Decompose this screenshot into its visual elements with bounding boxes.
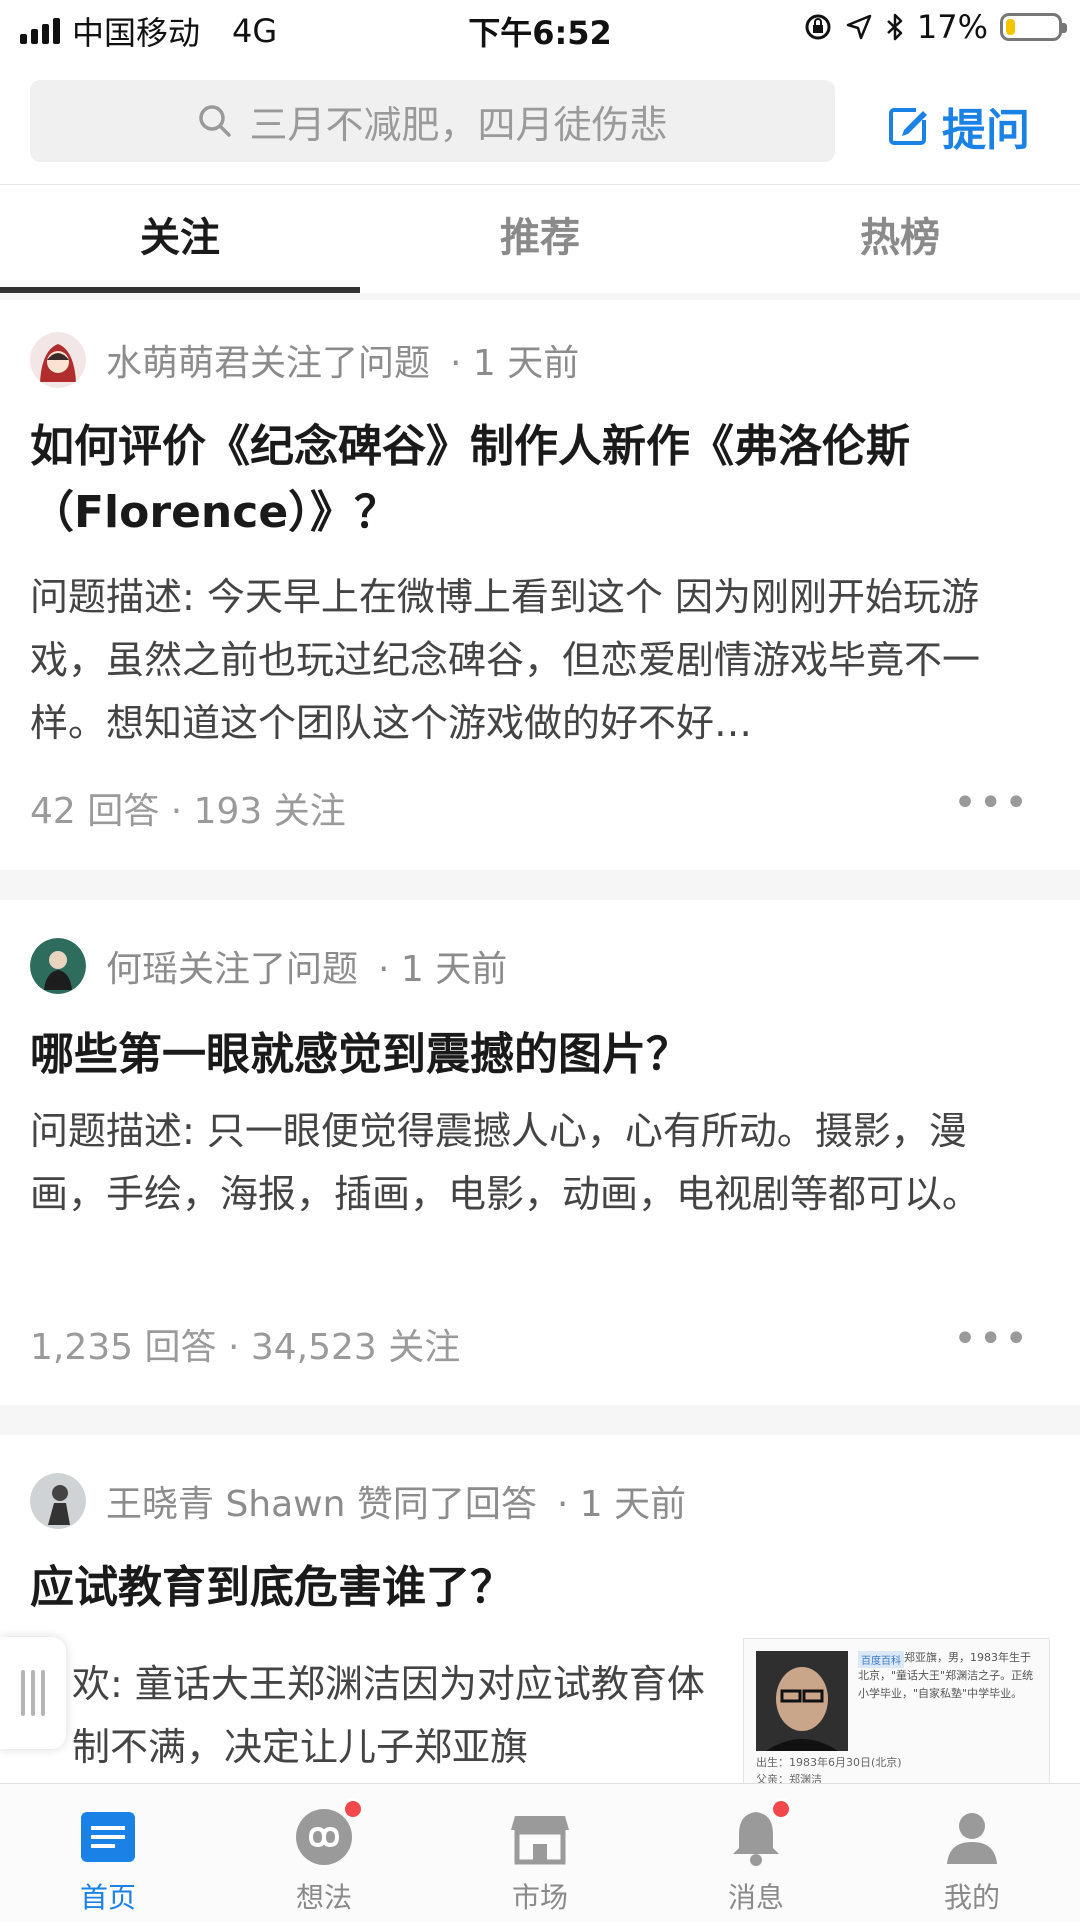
status-bar: 中国移动 4G 下午6:52 17% [0,0,1080,58]
nav-messages[interactable]: 消息 [648,1784,864,1922]
search-placeholder: 三月不减肥，四月徒伤悲 [249,102,668,147]
feed-tabs: 关注 推荐 热榜 [0,184,1080,293]
feed-actor[interactable]: 王晓青 Shawn 赞同了回答 [106,1475,537,1527]
thumbnail-birth-line: 出生：1983年6月30日(北京) [756,1756,902,1769]
feed-card[interactable]: 王晓青 Shawn 赞同了回答 · 1 天前 应试教育到底危害谁了？ 欢: 童话… [0,1435,1080,1790]
nav-home[interactable]: 首页 [0,1784,216,1922]
rotation-lock-icon [805,14,831,40]
thumbnail-text: 郑亚旗，男，1983年生于北京，"童话大王"郑渊洁之子。正统小学毕业，"自家私塾… [858,1651,1034,1700]
bluetooth-icon [887,13,903,41]
feed-time: · 1 天前 [450,343,580,384]
battery-percent: 17% [916,8,988,46]
tab-following[interactable]: 关注 [0,185,360,293]
search-input[interactable]: 三月不减肥，四月徒伤悲 [30,80,835,162]
nav-profile-label: 我的 [943,1881,1000,1914]
feed-time: · 1 天前 [378,949,508,990]
nav-messages-label: 消息 [727,1881,784,1914]
nav-profile[interactable]: 我的 [864,1784,1080,1922]
edit-icon [889,108,927,145]
ask-label: 提问 [942,105,1030,156]
status-right: 17% [803,8,1067,46]
feed-time: · 1 天前 [556,1484,687,1525]
nav-market-label: 市场 [511,1881,568,1914]
question-stats: 1,235 回答 · 34,523 关注 [30,1327,461,1368]
notification-badge [342,1798,364,1820]
question-title[interactable]: 哪些第一眼就感觉到震撼的图片？ [30,1022,1040,1088]
question-title[interactable]: 应试教育到底危害谁了？ [30,1555,1040,1621]
side-drawer-handle[interactable] [0,1637,66,1749]
tab-hot-list[interactable]: 热榜 [720,185,1080,293]
more-options-button[interactable]: ••• [953,780,1030,826]
feed-meta: 水萌萌君关注了问题 · 1 天前 [30,332,579,388]
notification-badge [770,1798,792,1820]
avatar[interactable] [30,332,86,388]
answer-thumbnail[interactable]: 百度百科 郑亚旗，男，1983年生于北京，"童话大王"郑渊洁之子。正统小学毕业，… [743,1638,1050,1790]
question-title[interactable]: 如何评价《纪念碑谷》制作人新作《弗洛伦斯（Florence）》？ [30,414,1040,546]
nav-ideas-label: 想法 [295,1881,352,1914]
bottom-navigation: 首页 想法 市场 消息 我的 [0,1783,1080,1922]
search-header: 三月不减肥，四月徒伤悲 提问 [0,58,1080,184]
question-description[interactable]: 问题描述: 只一眼便觉得震撼人心，心有所动。摄影，漫画，手绘，海报，插画，电影，… [30,1100,1040,1226]
nav-ideas[interactable]: 想法 [216,1784,432,1922]
search-icon [199,105,232,137]
more-options-button[interactable]: ••• [953,1316,1030,1362]
feed-card[interactable]: 何瑶关注了问题 · 1 天前 哪些第一眼就感觉到震撼的图片？ 问题描述: 只一眼… [0,900,1080,1405]
tab-recommended[interactable]: 推荐 [360,185,720,293]
ask-question-button[interactable]: 提问 [886,94,1030,158]
question-description[interactable]: 问题描述: 今天早上在微博上看到这个 因为刚刚开始玩游戏，虽然之前也玩过纪念碑谷… [30,566,1040,755]
avatar[interactable] [30,938,86,994]
feed-meta: 何瑶关注了问题 · 1 天前 [30,938,507,994]
battery-icon [1000,13,1067,41]
avatar[interactable] [30,1473,86,1529]
question-stats: 42 回答 · 193 关注 [30,791,346,832]
feed-actor[interactable]: 水萌萌君关注了问题 [106,334,430,386]
market-icon [511,1816,569,1865]
feed-actor[interactable]: 何瑶关注了问题 [106,940,358,992]
feed-meta: 王晓青 Shawn 赞同了回答 · 1 天前 [30,1473,686,1529]
nav-market[interactable]: 市场 [432,1784,648,1922]
answer-excerpt[interactable]: 欢: 童话大王郑渊洁因为对应试教育体制不满，决定让儿子郑亚旗 [72,1653,720,1779]
nav-home-label: 首页 [79,1881,136,1914]
battery-fill [1006,19,1015,35]
location-icon [846,14,872,40]
feed-card[interactable]: 水萌萌君关注了问题 · 1 天前 如何评价《纪念碑谷》制作人新作《弗洛伦斯（Fl… [0,300,1080,870]
thumbnail-photo [756,1651,848,1751]
home-icon [81,1812,135,1862]
portrait-image [756,1651,848,1751]
profile-icon [947,1813,997,1864]
